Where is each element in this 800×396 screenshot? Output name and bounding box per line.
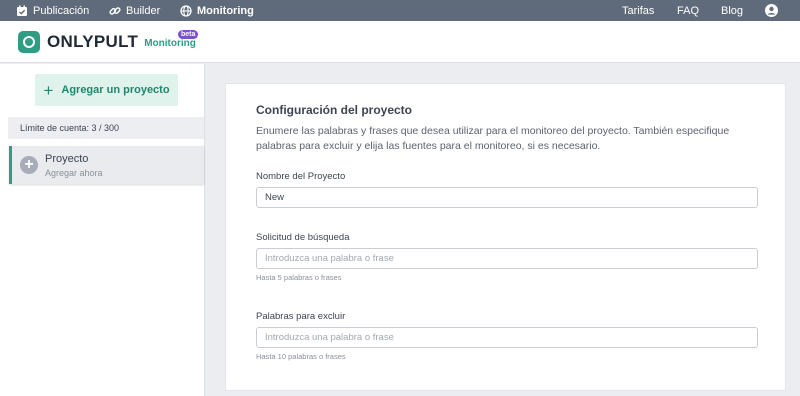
nav-builder-label: Builder [126, 4, 161, 17]
project-subtitle: Agregar ahora [45, 168, 103, 178]
nav-publicacion[interactable]: Publicación [16, 0, 89, 21]
calendar-check-icon [16, 5, 28, 17]
nav-tarifas-label: Tarifas [622, 4, 655, 17]
page-title: Configuración del proyecto [256, 103, 413, 117]
link-icon [109, 5, 121, 17]
account-button[interactable] [765, 0, 778, 21]
exclude-words-label: Palabras para excluir [256, 311, 346, 322]
sidebar-item-project[interactable]: + Proyecto Agregar ahora [9, 146, 204, 184]
search-query-help: Hasta 5 palabras o frases [256, 273, 342, 282]
sidebar: + Agregar un proyecto Límite de cuenta: … [0, 64, 205, 396]
add-project-button[interactable]: + Agregar un proyecto [35, 74, 178, 106]
exclude-words-help: Hasta 10 palabras o frases [256, 352, 346, 361]
plus-icon: + [43, 80, 54, 100]
project-settings-card: Configuración del proyecto Enumere las p… [225, 83, 786, 391]
nav-faq[interactable]: FAQ [677, 0, 699, 21]
search-query-input[interactable] [256, 248, 758, 269]
exclude-words-input[interactable] [256, 327, 758, 348]
app-header: ONLYPULT Monitoring beta [0, 21, 800, 63]
project-name-input[interactable] [256, 187, 758, 208]
nav-tarifas[interactable]: Tarifas [622, 0, 654, 21]
nav-faq-label: FAQ [677, 4, 700, 17]
logo[interactable]: ONLYPULT Monitoring beta [18, 30, 199, 53]
page-description: Enumere las palabras y frases que desea … [256, 125, 730, 152]
camera-logo-icon [18, 31, 40, 53]
user-circle-icon [765, 4, 778, 17]
search-query-label: Solicitud de búsqueda [256, 232, 350, 243]
globe-icon [180, 4, 192, 17]
add-project-label: Agregar un proyecto [61, 84, 170, 96]
account-limit-text: Límite de cuenta: 3 / 300 [20, 123, 120, 133]
project-name-label: Nombre del Proyecto [256, 171, 346, 182]
project-title: Proyecto [45, 153, 89, 165]
account-limit: Límite de cuenta: 3 / 300 [8, 117, 204, 139]
add-circle-icon: + [20, 156, 38, 174]
nav-blog-label: Blog [721, 4, 744, 17]
top-nav: Publicación Builder Monitoring Tarifas F… [0, 0, 800, 21]
logo-text: ONLYPULT [47, 32, 139, 51]
nav-publicacion-label: Publicación [33, 4, 90, 17]
beta-badge: beta [178, 30, 199, 39]
nav-monitoring[interactable]: Monitoring [180, 0, 254, 21]
nav-builder[interactable]: Builder [109, 0, 160, 21]
nav-blog[interactable]: Blog [721, 0, 743, 21]
nav-monitoring-label: Monitoring [197, 4, 254, 17]
